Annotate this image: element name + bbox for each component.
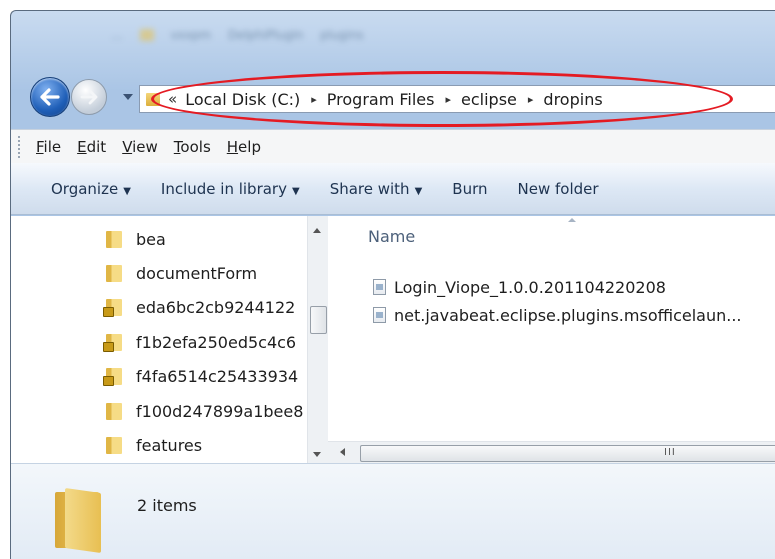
folder-icon [106, 264, 122, 282]
menu-bar: File Edit View Tools Help [11, 129, 775, 164]
organize-button[interactable]: Organize ▼ [51, 180, 131, 198]
menu-grip [18, 135, 23, 158]
folder-icon [106, 436, 122, 454]
menu-tools[interactable]: Tools [174, 138, 211, 156]
forward-arrow-icon [72, 80, 106, 114]
file-icon [373, 279, 386, 295]
breadcrumb-eclipse[interactable]: eclipse [461, 90, 517, 109]
tree-item-f1b2efa250ed5c4c6[interactable]: f1b2efa250ed5c4c6 [103, 327, 296, 357]
horizontal-scroll-thumb[interactable]: III [360, 445, 775, 462]
chevron-down-icon: ▼ [291, 185, 300, 197]
folder-large-icon [55, 488, 103, 554]
menu-file[interactable]: File [36, 138, 61, 156]
navigation-scrollbar[interactable] [307, 216, 328, 463]
navigation-pane: bea documentForm eda6bc2cb9244122 f1b2ef… [11, 216, 328, 463]
tree-item-features[interactable]: features [106, 430, 202, 460]
command-bar: Organize ▼ Include in library ▼ Share with… [11, 163, 775, 215]
tree-item-eda6bc2cb9244122[interactable]: eda6bc2cb9244122 [103, 292, 295, 322]
title-seg-2: DelphiPlugIn [227, 28, 304, 42]
chevron-down-icon: ▼ [123, 185, 131, 197]
breadcrumb-separator-icon[interactable]: ▸ [445, 93, 451, 106]
scroll-thumb[interactable] [310, 306, 327, 334]
address-overflow-chevron[interactable]: « [168, 90, 177, 108]
scroll-grip: III [664, 447, 676, 458]
sort-ascending-icon [568, 218, 576, 222]
address-bar[interactable]: « Local Disk (C:) ▸ Program Files ▸ ecli… [139, 85, 775, 113]
file-row[interactable]: Login_Viope_1.0.0.201104220208 [373, 274, 666, 300]
menu-help[interactable]: Help [227, 138, 261, 156]
scroll-down-icon[interactable] [313, 452, 321, 457]
title-folder-icon [139, 28, 154, 41]
folder-icon [106, 402, 122, 420]
explorer-window: … vxxpm DelphiPlugIn plugins « Local Dis… [10, 10, 775, 559]
menu-edit[interactable]: Edit [77, 138, 106, 156]
tree-item-f100d247899a1bee8[interactable]: f100d247899a1bee8 [106, 396, 303, 426]
back-arrow-icon [31, 78, 69, 116]
recent-pages-dropdown-icon[interactable] [123, 94, 133, 100]
window-title-blurred: … vxxpm DelphiPlugIn plugins [111, 25, 571, 45]
file-icon [373, 307, 386, 323]
title-seg-1: vxxpm [170, 28, 212, 42]
tree-item-f4fa6514c25433934[interactable]: f4fa6514c25433934 [103, 361, 298, 391]
burn-button[interactable]: Burn [452, 180, 487, 198]
file-list-horizontal-scrollbar[interactable]: III [328, 441, 775, 464]
include-in-library-button[interactable]: Include in library ▼ [161, 180, 300, 198]
new-folder-button[interactable]: New folder [518, 180, 599, 198]
breadcrumb-local-disk[interactable]: Local Disk (C:) [185, 90, 300, 109]
scroll-up-icon[interactable] [313, 228, 321, 233]
file-row[interactable]: net.javabeat.eclipse.plugins.msofficelau… [373, 302, 742, 328]
back-button[interactable] [30, 77, 70, 117]
scroll-left-icon[interactable] [340, 448, 345, 456]
breadcrumb-program-files[interactable]: Program Files [327, 90, 435, 109]
title-seg-3: plugins [320, 28, 364, 42]
breadcrumb-dropins[interactable]: dropins [543, 90, 602, 109]
details-pane: 2 items [11, 463, 775, 559]
item-count: 2 items [137, 496, 197, 515]
chevron-down-icon: ▼ [414, 185, 423, 197]
title-seg-0: … [111, 28, 123, 42]
address-folder-icon [146, 92, 160, 106]
share-with-button[interactable]: Share with ▼ [330, 180, 423, 198]
locked-folder-icon [103, 367, 122, 386]
menu-view[interactable]: View [122, 138, 158, 156]
breadcrumb-separator-icon[interactable]: ▸ [311, 93, 317, 106]
folder-icon [106, 230, 122, 248]
tree-item-bea[interactable]: bea [106, 224, 166, 254]
column-header-name[interactable]: Name [368, 227, 415, 246]
locked-folder-icon [103, 333, 122, 352]
forward-button[interactable] [71, 79, 107, 115]
locked-folder-icon [103, 298, 122, 317]
breadcrumb-separator-icon[interactable]: ▸ [528, 93, 534, 106]
file-list-pane: Name Login_Viope_1.0.0.201104220208 net.… [328, 216, 775, 441]
tree-item-documentform[interactable]: documentForm [106, 258, 257, 288]
